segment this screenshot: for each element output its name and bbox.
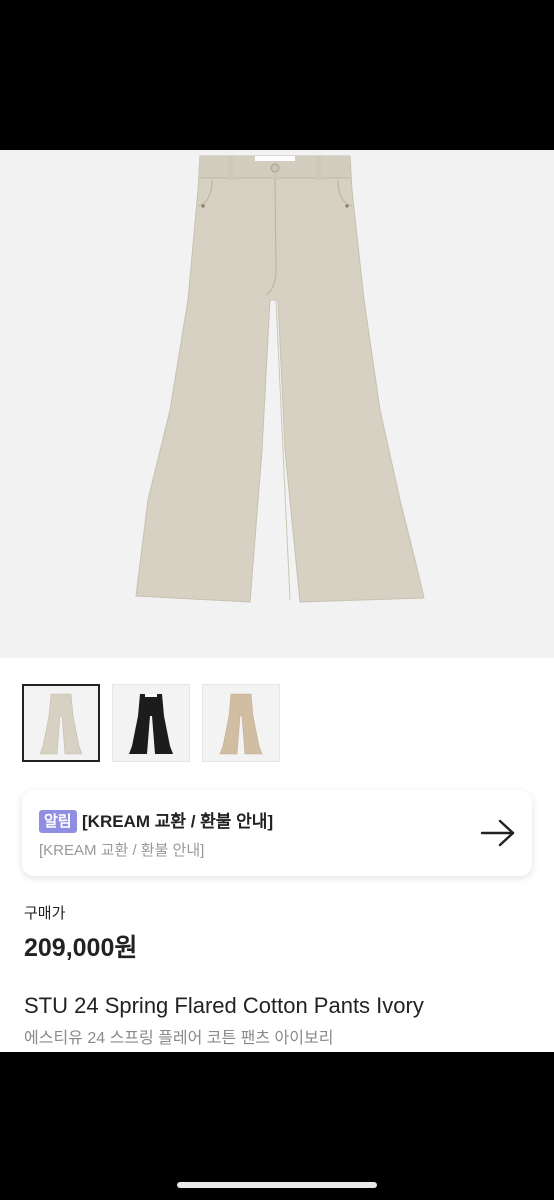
price-label: 구매가 — [24, 905, 66, 922]
thumbnail-black-image — [129, 694, 173, 754]
product-title-ko: 에스티유 24 스프링 플레어 코튼 팬츠 아이보리 — [24, 1030, 334, 1047]
thumbnail-beige[interactable] — [202, 684, 280, 762]
thumbnail-ivory[interactable] — [22, 684, 100, 762]
thumbnail-black[interactable] — [112, 684, 190, 762]
thumbnail-ivory-image — [39, 693, 83, 755]
product-page: 알림 [KREAM 교환 / 환불 안내] [KREAM 교환 / 환불 안내]… — [0, 150, 554, 1052]
notice-card[interactable]: 알림 [KREAM 교환 / 환불 안내] [KREAM 교환 / 환불 안내] — [22, 790, 532, 876]
top-letterbox — [0, 0, 554, 150]
thumbnail-beige-image — [219, 693, 263, 755]
pants-illustration — [135, 155, 425, 603]
notice-title: [KREAM 교환 / 환불 안내] — [82, 812, 274, 831]
bottom-letterbox — [0, 1052, 554, 1200]
product-title-en: STU 24 Spring Flared Cotton Pants Ivory — [24, 993, 424, 1018]
arrow-right-icon[interactable] — [480, 818, 516, 848]
price-value: 209,000원 — [24, 934, 138, 962]
home-indicator[interactable] — [177, 1182, 377, 1188]
notice-badge: 알림 — [39, 810, 77, 833]
product-main-image[interactable] — [0, 150, 554, 658]
notice-subtitle: [KREAM 교환 / 환불 안내] — [39, 842, 205, 859]
